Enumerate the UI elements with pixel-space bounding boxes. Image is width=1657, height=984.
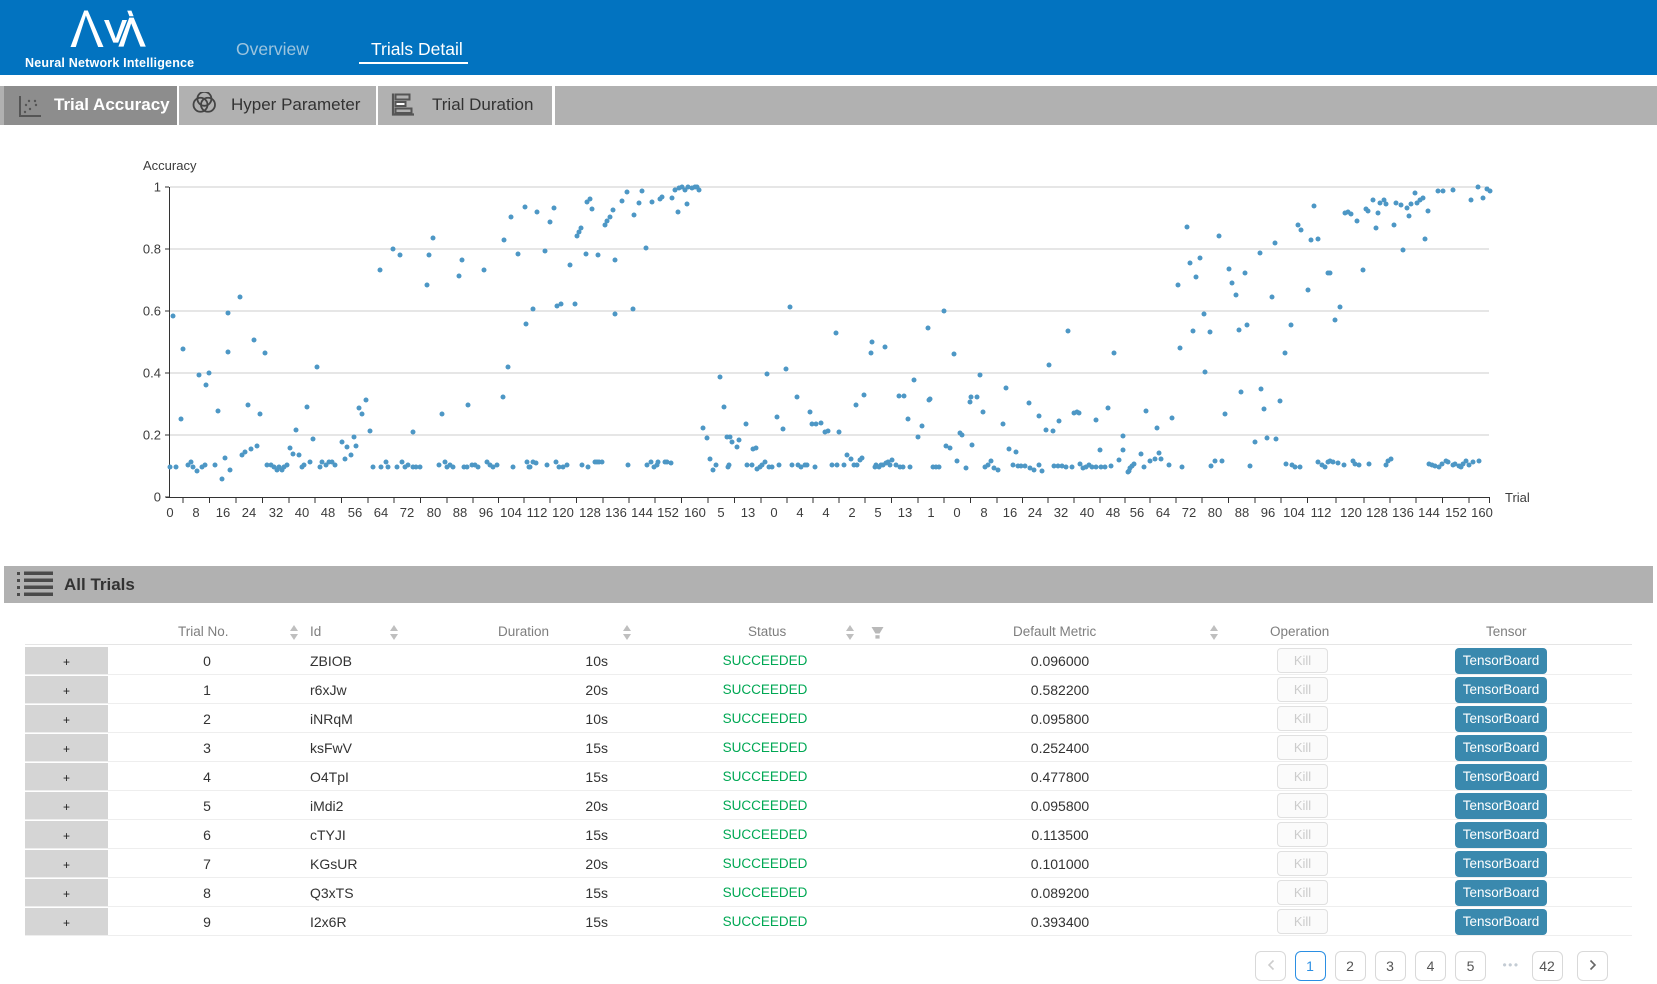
svg-text:160: 160: [1471, 505, 1493, 520]
svg-text:4: 4: [822, 505, 829, 520]
svg-text:0: 0: [953, 505, 960, 520]
svg-text:104: 104: [1283, 505, 1305, 520]
svg-text:88: 88: [453, 505, 467, 520]
svg-text:0: 0: [166, 505, 173, 520]
svg-text:32: 32: [269, 505, 283, 520]
svg-text:4: 4: [796, 505, 803, 520]
svg-text:0: 0: [154, 490, 161, 505]
svg-text:120: 120: [1340, 505, 1362, 520]
svg-text:64: 64: [1156, 505, 1170, 520]
svg-text:48: 48: [321, 505, 335, 520]
svg-text:0.2: 0.2: [143, 428, 161, 443]
svg-text:32: 32: [1054, 505, 1068, 520]
svg-text:128: 128: [1366, 505, 1388, 520]
svg-text:48: 48: [1106, 505, 1120, 520]
svg-text:8: 8: [980, 505, 987, 520]
svg-text:0: 0: [770, 505, 777, 520]
svg-text:0.6: 0.6: [143, 304, 161, 319]
svg-text:16: 16: [1003, 505, 1017, 520]
svg-text:5: 5: [717, 505, 724, 520]
svg-text:152: 152: [657, 505, 679, 520]
svg-text:88: 88: [1235, 505, 1249, 520]
svg-text:13: 13: [898, 505, 912, 520]
svg-text:1: 1: [154, 180, 161, 195]
svg-text:24: 24: [1028, 505, 1042, 520]
svg-text:136: 136: [605, 505, 627, 520]
svg-text:56: 56: [348, 505, 362, 520]
svg-text:72: 72: [1182, 505, 1196, 520]
svg-text:64: 64: [374, 505, 388, 520]
svg-text:96: 96: [479, 505, 493, 520]
svg-text:8: 8: [192, 505, 199, 520]
svg-text:80: 80: [1208, 505, 1222, 520]
svg-text:144: 144: [631, 505, 653, 520]
svg-text:2: 2: [848, 505, 855, 520]
svg-text:5: 5: [874, 505, 881, 520]
svg-text:16: 16: [216, 505, 230, 520]
svg-text:0.8: 0.8: [143, 242, 161, 257]
svg-text:56: 56: [1130, 505, 1144, 520]
svg-text:128: 128: [579, 505, 601, 520]
svg-text:104: 104: [500, 505, 522, 520]
svg-text:40: 40: [295, 505, 309, 520]
svg-text:144: 144: [1418, 505, 1440, 520]
svg-text:80: 80: [427, 505, 441, 520]
svg-text:40: 40: [1080, 505, 1094, 520]
svg-text:24: 24: [242, 505, 256, 520]
svg-text:120: 120: [552, 505, 574, 520]
svg-text:13: 13: [741, 505, 755, 520]
svg-text:152: 152: [1445, 505, 1467, 520]
svg-text:96: 96: [1261, 505, 1275, 520]
svg-text:Accuracy: Accuracy: [143, 158, 197, 173]
svg-text:160: 160: [684, 505, 706, 520]
svg-text:112: 112: [1311, 505, 1332, 520]
svg-text:72: 72: [400, 505, 414, 520]
svg-text:1: 1: [927, 505, 934, 520]
svg-text:136: 136: [1392, 505, 1414, 520]
svg-text:112: 112: [527, 505, 548, 520]
svg-text:Trial: Trial: [1505, 490, 1530, 505]
svg-text:0.4: 0.4: [143, 366, 161, 381]
